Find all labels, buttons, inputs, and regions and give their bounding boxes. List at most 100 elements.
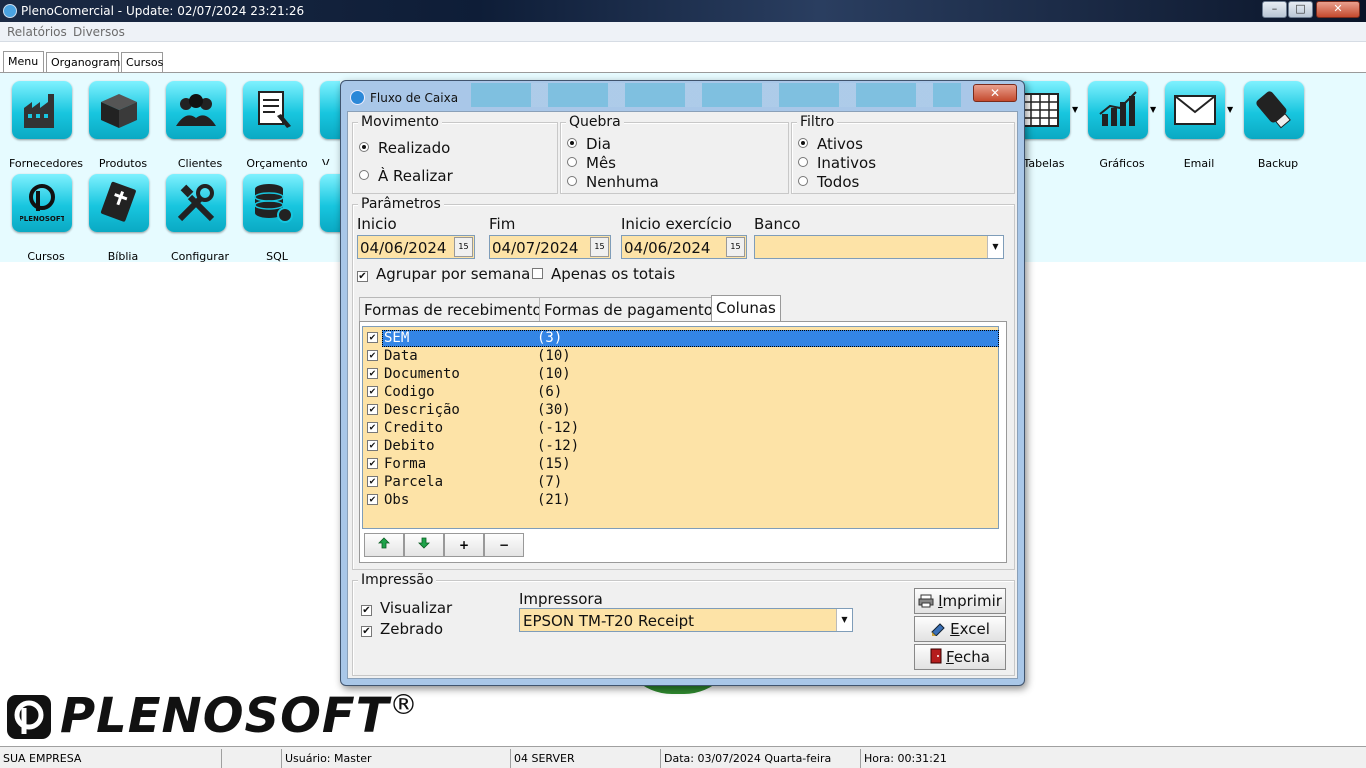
column-name: Forma: [384, 456, 427, 472]
column-row[interactable]: ✔ SEM (3): [363, 330, 999, 348]
column-row[interactable]: ✔ Data (10): [363, 348, 998, 366]
tile-email[interactable]: ▼ Email: [1155, 77, 1233, 170]
chevron-down-icon[interactable]: ▼: [836, 609, 852, 631]
bible-icon: [89, 174, 149, 232]
column-row[interactable]: ✔ Obs (21): [363, 492, 998, 510]
radio-button[interactable]: [567, 157, 577, 167]
column-checkbox[interactable]: ✔: [367, 386, 378, 397]
apenas-os-totais-checkbox[interactable]: Apenas os totais: [532, 265, 675, 283]
column-row[interactable]: ✔ Documento (10): [363, 366, 998, 384]
inicio-date-field[interactable]: 04/06/2024 15: [357, 235, 475, 259]
calendar-icon[interactable]: 15: [454, 237, 473, 257]
fecha-button[interactable]: Fecha: [914, 644, 1006, 670]
agrupar-por-semana-checkbox[interactable]: ✔ Agrupar por semana: [357, 265, 530, 283]
radio-realizado[interactable]: Realizado: [359, 139, 450, 157]
banco-select[interactable]: ▼: [754, 235, 1004, 259]
checkbox[interactable]: ✔: [361, 626, 372, 637]
tile-label: Clientes: [177, 157, 223, 170]
tile-clientes[interactable]: Clientes: [156, 77, 234, 170]
chevron-down-icon[interactable]: ▼: [1227, 105, 1233, 114]
columns-list[interactable]: ✔ SEM (3) ✔ Data (10) ✔ Documento (10) ✔ Codigo (6)…: [362, 326, 999, 529]
column-checkbox[interactable]: ✔: [367, 404, 378, 415]
tile-partial-2[interactable]: [310, 170, 340, 258]
column-row[interactable]: ✔ Debito (-12): [363, 438, 998, 456]
radio-inativos[interactable]: Inativos: [798, 154, 876, 172]
dialog-close-button[interactable]: ✕: [973, 84, 1017, 102]
calendar-icon[interactable]: 15: [726, 237, 745, 257]
excel-button[interactable]: Excel: [914, 616, 1006, 642]
column-name: Parcela: [384, 474, 444, 490]
menu-diversos[interactable]: Diversos: [73, 25, 125, 39]
column-checkbox[interactable]: ✔: [367, 350, 378, 361]
tab-menu[interactable]: Menu: [3, 51, 44, 72]
title-bar: PlenoComercial - Update: 02/07/2024 23:2…: [0, 0, 1366, 22]
radio-nenhuma[interactable]: Nenhuma: [567, 173, 659, 191]
inicio-exercicio-date-field[interactable]: 04/06/2024 15: [621, 235, 747, 259]
column-row[interactable]: ✔ Parcela (7): [363, 474, 998, 492]
tile-configurar[interactable]: Configurar: [156, 170, 234, 263]
radio-button[interactable]: [798, 138, 808, 148]
tile-produtos[interactable]: Produtos: [79, 77, 157, 170]
radio-mes[interactable]: Mês: [567, 154, 616, 172]
tab-formas-pagamento[interactable]: Formas de pagamento: [539, 297, 718, 321]
inicio-label: Inicio: [357, 215, 397, 233]
checkbox[interactable]: [532, 268, 543, 279]
column-checkbox[interactable]: ✔: [367, 422, 378, 433]
tile-cursos[interactable]: PLENOSOFT Cursos: [2, 170, 80, 263]
radio-button[interactable]: [567, 176, 577, 186]
checkbox[interactable]: ✔: [361, 605, 372, 616]
column-size: (7): [537, 474, 563, 490]
remove-column-button[interactable]: −: [484, 533, 524, 557]
column-checkbox[interactable]: ✔: [367, 368, 378, 379]
menu-relatorios[interactable]: Relatórios: [7, 25, 67, 39]
tile-graficos[interactable]: ▼ Gráficos: [1078, 77, 1156, 170]
tab-cursos[interactable]: Cursos: [121, 52, 163, 72]
tile-backup[interactable]: Backup: [1234, 77, 1312, 170]
radio-dia[interactable]: Dia: [567, 135, 611, 153]
column-row[interactable]: ✔ Credito (-12): [363, 420, 998, 438]
radio-todos[interactable]: Todos: [798, 173, 859, 191]
column-row[interactable]: ✔ Forma (15): [363, 456, 998, 474]
column-size: (21): [537, 492, 571, 508]
printer-icon: [918, 594, 934, 608]
column-checkbox[interactable]: ✔: [367, 476, 378, 487]
zebrado-checkbox[interactable]: ✔ Zebrado: [361, 620, 443, 638]
chevron-down-icon[interactable]: ▼: [987, 236, 1003, 258]
fim-date-field[interactable]: 04/07/2024 15: [489, 235, 611, 259]
visualizar-checkbox[interactable]: ✔ Visualizar: [361, 599, 452, 617]
tile-sql[interactable]: SQL: [233, 170, 311, 263]
radio-a-realizar[interactable]: À Realizar: [359, 167, 453, 185]
movimento-group: Movimento Realizado À Realizar: [352, 114, 558, 194]
minimize-button[interactable]: –: [1262, 1, 1287, 18]
tile-fornecedores[interactable]: Fornecedores: [2, 77, 83, 170]
tile-biblia[interactable]: Bíblia: [79, 170, 157, 263]
radio-button[interactable]: [359, 142, 369, 152]
radio-button[interactable]: [359, 170, 369, 180]
tab-organograma[interactable]: Organograma: [46, 52, 127, 72]
tab-formas-recebimento[interactable]: Formas de recebimento: [359, 297, 547, 321]
calendar-icon[interactable]: 15: [590, 237, 609, 257]
maximize-button[interactable]: □: [1288, 1, 1313, 18]
radio-button[interactable]: [798, 157, 808, 167]
checkbox[interactable]: ✔: [357, 271, 368, 282]
column-row[interactable]: ✔ Codigo (6): [363, 384, 998, 402]
move-down-button[interactable]: [404, 533, 444, 557]
impressora-select[interactable]: EPSON TM-T20 Receipt ▼: [519, 608, 853, 632]
radio-button[interactable]: [567, 138, 577, 148]
tile-orcamento[interactable]: Orçamento: [233, 77, 311, 170]
radio-button[interactable]: [798, 176, 808, 186]
column-row[interactable]: ✔ Descrição (30): [363, 402, 998, 420]
imprimir-button[interactable]: Imprimir: [914, 588, 1006, 614]
column-size: (6): [537, 384, 563, 400]
close-button[interactable]: ✕: [1316, 1, 1360, 18]
add-column-button[interactable]: +: [444, 533, 484, 557]
column-checkbox[interactable]: ✔: [367, 458, 378, 469]
status-time: Hora: 00:31:21: [864, 752, 947, 765]
column-checkbox[interactable]: ✔: [367, 332, 378, 343]
move-up-button[interactable]: [364, 533, 404, 557]
tile-partial[interactable]: V: [310, 77, 340, 165]
column-checkbox[interactable]: ✔: [367, 440, 378, 451]
tab-colunas[interactable]: Colunas: [711, 295, 781, 321]
radio-ativos[interactable]: Ativos: [798, 135, 863, 153]
column-checkbox[interactable]: ✔: [367, 494, 378, 505]
